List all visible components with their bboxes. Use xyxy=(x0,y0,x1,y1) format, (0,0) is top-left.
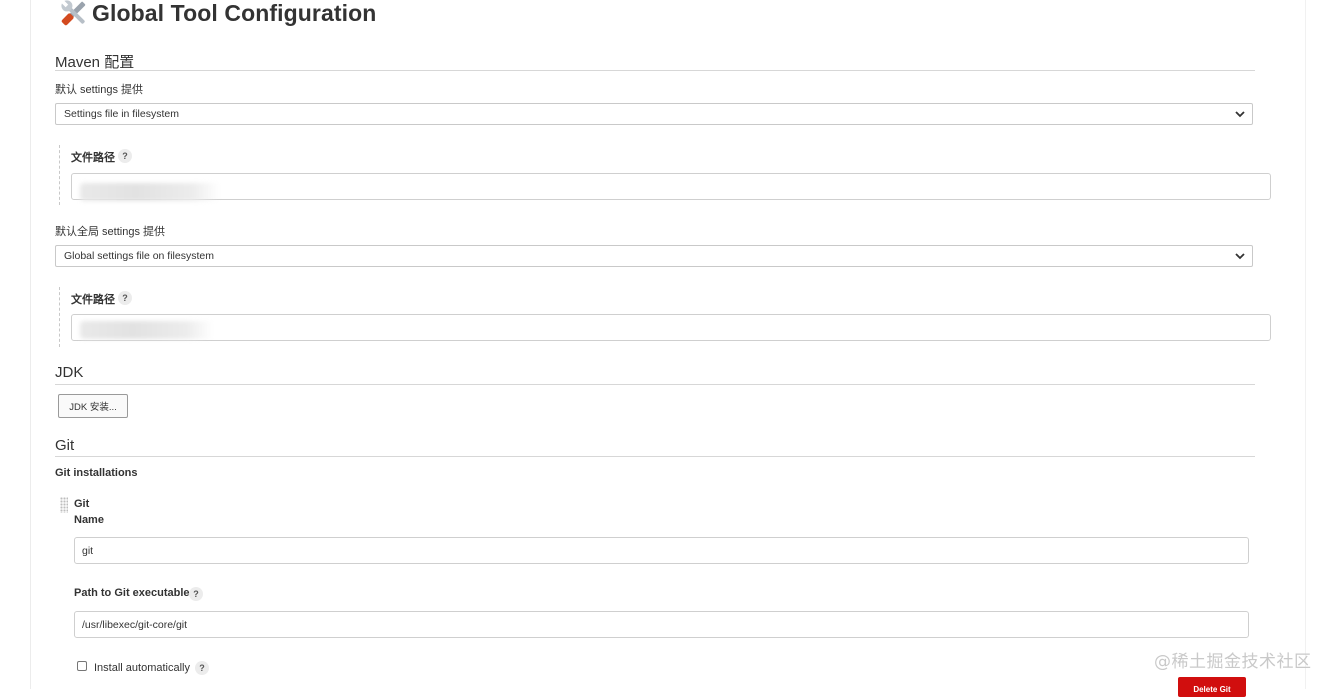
tools-icon xyxy=(57,0,91,30)
maven-heading: Maven 配置 xyxy=(55,54,135,71)
install-automatically-checkbox[interactable] xyxy=(77,661,87,671)
help-icon[interactable]: ? xyxy=(118,291,132,305)
git-name-label: Name xyxy=(74,514,104,526)
git-name-input[interactable]: git xyxy=(74,537,1249,564)
settings-file-path-input[interactable] xyxy=(71,173,1271,200)
jdk-install-button[interactable]: JDK 安装... xyxy=(58,394,128,418)
help-icon[interactable]: ? xyxy=(195,661,209,675)
install-automatically-label: Install automatically xyxy=(94,662,190,674)
default-settings-label: 默认 settings 提供 xyxy=(55,84,144,96)
jdk-heading: JDK xyxy=(55,364,84,381)
help-icon[interactable]: ? xyxy=(189,587,203,601)
global-settings-value: Global settings file on filesystem xyxy=(64,250,214,262)
global-settings-label: 默认全局 settings 提供 xyxy=(55,226,166,238)
page-title: Global Tool Configuration xyxy=(57,0,376,30)
left-border xyxy=(30,0,31,689)
git-heading: Git xyxy=(55,437,75,454)
redacted-path xyxy=(80,183,220,201)
chevron-down-icon xyxy=(1235,111,1245,118)
git-entry-title: Git xyxy=(74,498,90,510)
jdk-section-rule xyxy=(55,384,1255,385)
git-section-rule xyxy=(55,456,1255,457)
default-settings-value: Settings file in filesystem xyxy=(64,108,179,120)
page-title-text: Global Tool Configuration xyxy=(92,0,377,26)
chevron-down-icon xyxy=(1235,253,1245,260)
git-path-label: Path to Git executable xyxy=(74,587,190,599)
global-settings-file-path-input[interactable] xyxy=(71,314,1271,341)
redacted-path xyxy=(80,321,213,339)
global-file-path-label: 文件路径 xyxy=(71,294,115,306)
global-settings-select[interactable]: Global settings file on filesystem xyxy=(55,245,1253,267)
drag-handle-icon[interactable] xyxy=(60,497,68,513)
git-installations-label: Git installations xyxy=(55,467,138,479)
help-icon[interactable]: ? xyxy=(118,149,132,163)
global-settings-indent-rule xyxy=(59,287,60,347)
delete-git-button[interactable]: Delete Git xyxy=(1178,677,1246,697)
settings-indent-rule xyxy=(59,145,60,205)
right-border xyxy=(1305,0,1306,689)
file-path-label: 文件路径 xyxy=(71,152,115,164)
watermark: @稀土掘金技术社区 xyxy=(1154,652,1312,672)
default-settings-select[interactable]: Settings file in filesystem xyxy=(55,103,1253,125)
git-path-input[interactable]: /usr/libexec/git-core/git xyxy=(74,611,1249,638)
maven-section-rule xyxy=(55,70,1255,71)
